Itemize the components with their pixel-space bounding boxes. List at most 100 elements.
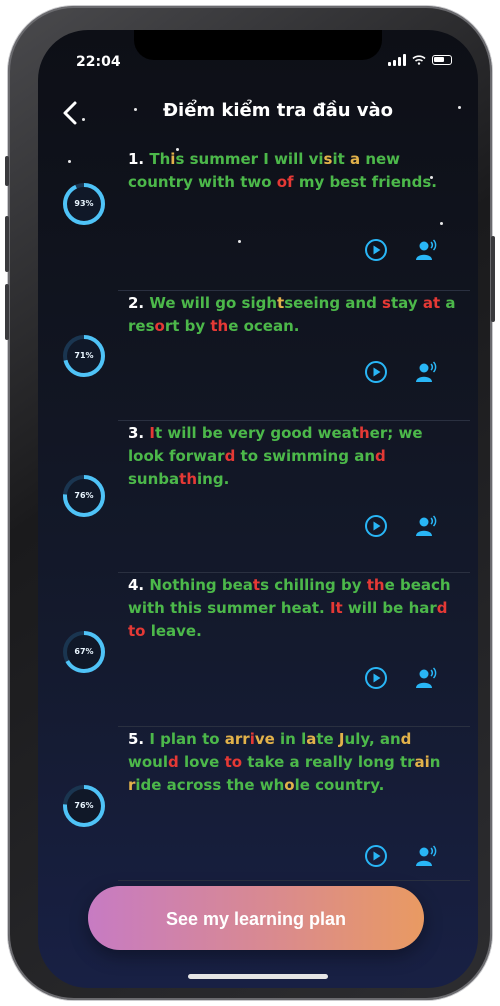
sentence-text: 5. I plan to arrive in late July, and wo… xyxy=(128,728,458,797)
user-speaking-icon[interactable] xyxy=(414,844,438,868)
word-segment: uly, an xyxy=(344,730,401,748)
word-segment: n xyxy=(429,753,441,771)
sentence-number: 1. xyxy=(128,150,145,168)
word-segment: d xyxy=(436,599,448,617)
sentence-number: 5. xyxy=(128,730,145,748)
app-screen: 22:04 Điểm kiểm tra đầu vào 93% 1. This … xyxy=(38,30,478,988)
word-segment: sunba xyxy=(128,470,180,488)
power-button xyxy=(491,236,495,322)
word-segment: Th xyxy=(149,150,171,168)
divider xyxy=(118,726,470,727)
score-label: 93% xyxy=(74,199,94,208)
word-segment: to xyxy=(224,753,243,771)
word-segment: to xyxy=(128,622,146,640)
home-indicator[interactable] xyxy=(188,974,328,979)
play-circle-icon[interactable] xyxy=(364,514,388,538)
star-decoration xyxy=(238,240,241,243)
word-segment: s summer I will vi xyxy=(175,150,324,168)
sentence-text: 3. It will be very good weather; we look… xyxy=(128,422,458,491)
word-segment: it xyxy=(332,150,350,168)
play-circle-icon[interactable] xyxy=(364,238,388,262)
word-segment: will be har xyxy=(342,599,437,617)
word-segment: tay xyxy=(390,294,423,312)
header: Điểm kiểm tra đầu vào xyxy=(38,92,478,132)
status-icons xyxy=(388,54,452,66)
divider xyxy=(118,880,470,881)
word-segment: h xyxy=(358,424,370,442)
cell-signal-icon xyxy=(388,54,406,66)
word-segment: s chilling by xyxy=(260,576,367,594)
word-segment: a xyxy=(306,730,317,748)
word-segment: ing. xyxy=(197,470,230,488)
word-segment: s xyxy=(382,294,391,312)
word-segment: t xyxy=(252,576,261,594)
play-circle-icon[interactable] xyxy=(364,844,388,868)
word-segment: I plan to xyxy=(149,730,225,748)
word-segment: Nothing bea xyxy=(149,576,253,594)
word-segment: d xyxy=(400,730,412,748)
score-label: 67% xyxy=(74,647,94,656)
word-segment: th xyxy=(179,470,198,488)
see-learning-plan-button[interactable]: See my learning plan xyxy=(88,886,424,950)
score-label: 76% xyxy=(74,801,94,810)
score-label: 76% xyxy=(74,491,94,500)
divider xyxy=(118,420,470,421)
word-segment: th xyxy=(366,576,385,594)
word-segment: ai xyxy=(414,753,430,771)
user-speaking-icon[interactable] xyxy=(414,666,438,690)
word-segment: ide across the wh xyxy=(135,776,285,794)
sentence-text: 1. This summer I will visit a new countr… xyxy=(128,148,458,194)
word-segment: in l xyxy=(274,730,307,748)
word-segment: d xyxy=(167,753,179,771)
star-decoration xyxy=(68,160,71,163)
sentence-number: 2. xyxy=(128,294,145,312)
word-segment: te xyxy=(316,730,339,748)
play-circle-icon[interactable] xyxy=(364,360,388,384)
page-title: Điểm kiểm tra đầu vào xyxy=(162,100,394,121)
phone-frame: 22:04 Điểm kiểm tra đầu vào 93% 1. This … xyxy=(5,6,495,1000)
word-segment: leave. xyxy=(145,622,202,640)
user-speaking-icon[interactable] xyxy=(414,360,438,384)
word-segment: to swimming an xyxy=(235,447,375,465)
word-segment: le country. xyxy=(294,776,385,794)
sentence-number: 4. xyxy=(128,576,145,594)
word-segment: love xyxy=(178,753,225,771)
word-segment: a xyxy=(349,150,361,168)
word-segment: o xyxy=(284,776,295,794)
divider xyxy=(118,572,470,573)
sentence-number: 3. xyxy=(128,424,145,442)
score-label: 71% xyxy=(74,351,94,360)
word-segment: take a really long tr xyxy=(242,753,415,771)
wifi-icon xyxy=(412,55,426,65)
word-segment: woul xyxy=(128,753,168,771)
mute-switch xyxy=(5,156,9,186)
word-segment: seeing and xyxy=(284,294,383,312)
word-segment: th xyxy=(210,317,229,335)
word-segment: arr xyxy=(224,730,250,748)
word-segment: ve xyxy=(254,730,275,748)
word-segment: It xyxy=(329,599,343,617)
star-decoration xyxy=(440,222,443,225)
word-segment: o xyxy=(154,317,165,335)
battery-icon xyxy=(432,55,452,65)
volume-down-button xyxy=(5,284,9,340)
word-segment: at xyxy=(422,294,441,312)
sentence-text: 4. Nothing beats chilling by the beach w… xyxy=(128,574,458,643)
word-segment: d xyxy=(224,447,236,465)
status-time: 22:04 xyxy=(76,54,121,70)
divider xyxy=(118,290,470,291)
sentence-text: 2. We will go sightseeing and stay at a … xyxy=(128,292,458,338)
user-speaking-icon[interactable] xyxy=(414,514,438,538)
play-circle-icon[interactable] xyxy=(364,666,388,690)
word-segment: d xyxy=(375,447,386,465)
camera-notch xyxy=(134,30,382,60)
back-arrow-icon[interactable] xyxy=(60,100,82,126)
word-segment: my best friends. xyxy=(293,173,437,191)
word-segment: e ocean. xyxy=(228,317,300,335)
user-speaking-icon[interactable] xyxy=(414,238,438,262)
word-segment: We will go sigh xyxy=(149,294,278,312)
word-segment: of xyxy=(276,173,294,191)
word-segment: rt by xyxy=(164,317,211,335)
word-segment: will be very good weat xyxy=(162,424,359,442)
volume-up-button xyxy=(5,216,9,272)
